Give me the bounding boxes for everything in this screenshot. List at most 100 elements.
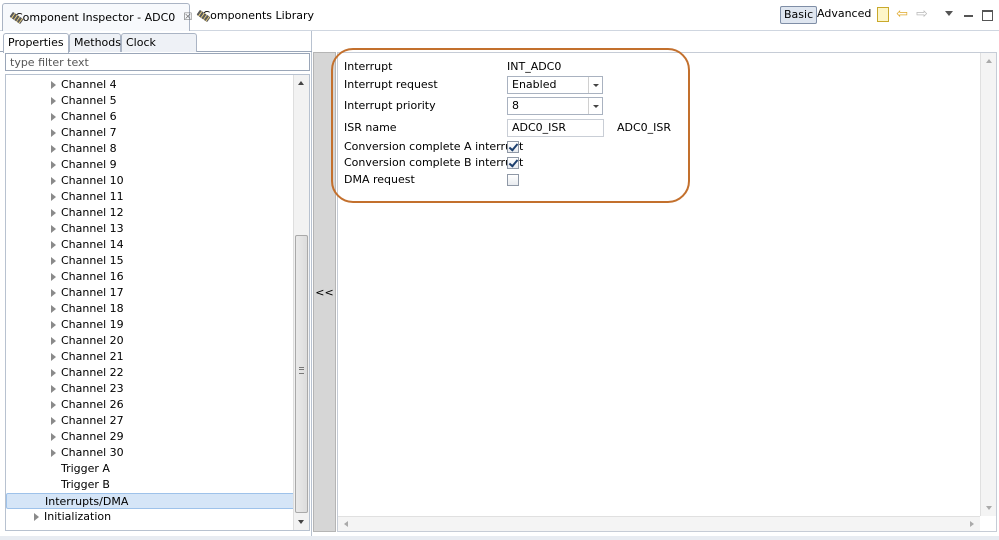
dma-request-checkbox[interactable] [507,174,519,186]
tree-item[interactable]: Channel 6 [6,109,296,125]
tab-component-inspector-label: Component Inspector - ADC0 [15,11,176,24]
expand-arrow-icon[interactable] [51,369,56,377]
forward-arrow-icon[interactable]: ⇨ [914,6,930,22]
interrupt-priority-select[interactable]: 8 [507,97,603,115]
tree-item[interactable]: Trigger A [6,461,296,477]
tab-component-inspector[interactable]: Component Inspector - ADC0 ☒ [2,3,192,31]
expand-arrow-icon[interactable] [51,129,56,137]
expand-arrow-icon[interactable] [51,433,56,441]
tree-item-label: Channel 11 [61,190,124,203]
expand-arrow-icon[interactable] [51,241,56,249]
tree-item-label: Channel 27 [61,414,124,427]
tab-components-library[interactable]: Components Library [190,2,320,29]
tab-components-library-label: Components Library [202,9,314,22]
maximize-icon[interactable] [979,6,995,22]
expand-arrow-icon[interactable] [51,417,56,425]
tree-item[interactable]: Channel 19 [6,317,296,333]
expand-arrow-icon[interactable] [51,225,56,233]
advanced-mode-button[interactable]: Advanced [815,6,873,24]
expand-arrow-icon[interactable] [51,81,56,89]
interrupt-request-select[interactable]: Enabled [507,76,603,94]
tree-scrollbar[interactable] [293,75,309,530]
tree-item[interactable]: Interrupts/DMA [6,493,296,509]
scroll-left-arrow-icon[interactable] [338,517,354,532]
tab-clock-diagram[interactable]: Clock Diagram [121,33,197,67]
window-bottom-edge [0,536,999,540]
properties-vertical-scrollbar[interactable] [980,53,996,516]
expand-arrow-icon[interactable] [51,401,56,409]
tree-item[interactable]: Channel 4 [6,77,296,93]
tree-item[interactable]: Channel 13 [6,221,296,237]
tree-item-label: Channel 6 [61,110,117,123]
tree-item[interactable]: Channel 11 [6,189,296,205]
minimize-icon[interactable] [961,6,977,22]
expand-arrow-icon[interactable] [51,145,56,153]
expand-arrow-icon[interactable] [51,209,56,217]
expand-arrow-icon[interactable] [51,113,56,121]
basic-mode-button[interactable]: Basic [780,6,818,24]
tree-item[interactable]: Initialization [6,509,296,525]
new-document-icon[interactable] [874,6,890,22]
tree-item[interactable]: Channel 20 [6,333,296,349]
conversion-b-checkbox[interactable] [507,157,519,169]
tree-item-label: Channel 20 [61,334,124,347]
scroll-down-arrow-icon[interactable] [294,514,309,530]
expand-arrow-icon[interactable] [51,385,56,393]
tree-item-label: Channel 14 [61,238,124,251]
properties-horizontal-scrollbar[interactable] [338,516,980,531]
tree-item[interactable]: Channel 14 [6,237,296,253]
collapse-panel-button[interactable]: << [313,52,336,532]
expand-arrow-icon[interactable] [51,337,56,345]
expand-arrow-icon[interactable] [51,273,56,281]
tree-item-label: Trigger B [61,478,110,491]
tree-item[interactable]: Channel 7 [6,125,296,141]
scroll-thumb[interactable] [295,235,308,513]
scroll-up-arrow-icon[interactable] [294,75,309,91]
tree-item[interactable]: Channel 23 [6,381,296,397]
chevron-down-icon[interactable] [588,77,602,93]
chevron-down-icon[interactable] [588,98,602,114]
expand-arrow-icon[interactable] [51,161,56,169]
expand-arrow-icon[interactable] [51,449,56,457]
tree-item[interactable]: Channel 8 [6,141,296,157]
tree-item[interactable]: Channel 10 [6,173,296,189]
tree-item[interactable]: Channel 27 [6,413,296,429]
view-menu-icon[interactable] [941,6,957,22]
tree-item[interactable]: Channel 30 [6,445,296,461]
expand-arrow-icon[interactable] [51,193,56,201]
tree-item[interactable]: Channel 12 [6,205,296,221]
expand-arrow-icon[interactable] [51,257,56,265]
tree-item[interactable]: Channel 26 [6,397,296,413]
tree-item[interactable]: Channel 16 [6,269,296,285]
scroll-up-arrow-icon[interactable] [981,53,996,69]
tree-item[interactable]: Channel 21 [6,349,296,365]
dma-request-label: DMA request [344,173,415,186]
tree-item[interactable]: Trigger B [6,477,296,493]
tree-item-label: Channel 30 [61,446,124,459]
tree-item-label: Channel 7 [61,126,117,139]
tab-methods[interactable]: Methods [69,33,121,52]
expand-arrow-icon[interactable] [51,177,56,185]
expand-arrow-icon[interactable] [51,97,56,105]
tree-item[interactable]: Channel 15 [6,253,296,269]
scroll-right-arrow-icon[interactable] [964,517,980,532]
tree-item[interactable]: Channel 5 [6,93,296,109]
tree-item-label: Channel 29 [61,430,124,443]
isr-name-resolved: ADC0_ISR [617,121,672,134]
filter-input[interactable] [5,53,310,71]
tree-item[interactable]: Channel 17 [6,285,296,301]
expand-arrow-icon[interactable] [34,513,39,521]
tree-item[interactable]: Channel 18 [6,301,296,317]
expand-arrow-icon[interactable] [51,353,56,361]
scroll-down-arrow-icon[interactable] [981,500,996,516]
isr-name-input[interactable]: ADC0_ISR [507,119,604,137]
tree-item[interactable]: Channel 9 [6,157,296,173]
expand-arrow-icon[interactable] [51,321,56,329]
expand-arrow-icon[interactable] [51,289,56,297]
tab-properties[interactable]: Properties [3,33,69,53]
tree-item[interactable]: Channel 22 [6,365,296,381]
back-arrow-icon[interactable]: ⇦ [894,6,910,22]
expand-arrow-icon[interactable] [51,305,56,313]
tree-item[interactable]: Channel 29 [6,429,296,445]
conversion-a-checkbox[interactable] [507,141,519,153]
